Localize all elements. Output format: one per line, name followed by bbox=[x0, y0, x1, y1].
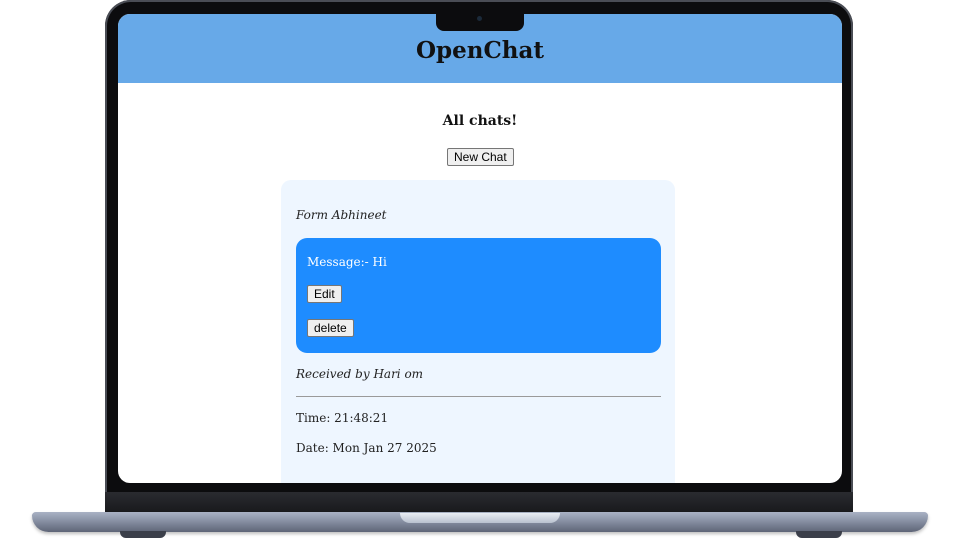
chat-receiver: Received by Hari om bbox=[296, 367, 424, 381]
message-box: Message:- Hi Edit delete bbox=[296, 238, 661, 353]
camera-notch bbox=[436, 14, 524, 31]
divider bbox=[296, 396, 661, 397]
screen: OpenChat All chats! New Chat Form Abhine… bbox=[118, 14, 842, 483]
chat-card: Form Abhineet Message:- Hi Edit delete R… bbox=[281, 180, 675, 483]
laptop-hinge bbox=[105, 492, 853, 514]
chat-time: Time: 21:48:21 bbox=[296, 411, 389, 425]
laptop-opening-groove bbox=[400, 513, 560, 523]
laptop-foot-right bbox=[796, 531, 842, 538]
app-title: OpenChat bbox=[415, 37, 545, 64]
new-chat-button[interactable]: New Chat bbox=[447, 148, 514, 166]
camera-icon bbox=[477, 16, 482, 21]
delete-button[interactable]: delete bbox=[307, 319, 354, 337]
message-text: Message:- Hi bbox=[307, 255, 387, 269]
laptop-foot-left bbox=[120, 531, 166, 538]
page-heading: All chats! bbox=[442, 113, 518, 129]
chat-sender: Form Abhineet bbox=[296, 208, 387, 222]
chat-date: Date: Mon Jan 27 2025 bbox=[296, 441, 437, 455]
edit-button[interactable]: Edit bbox=[307, 285, 342, 303]
